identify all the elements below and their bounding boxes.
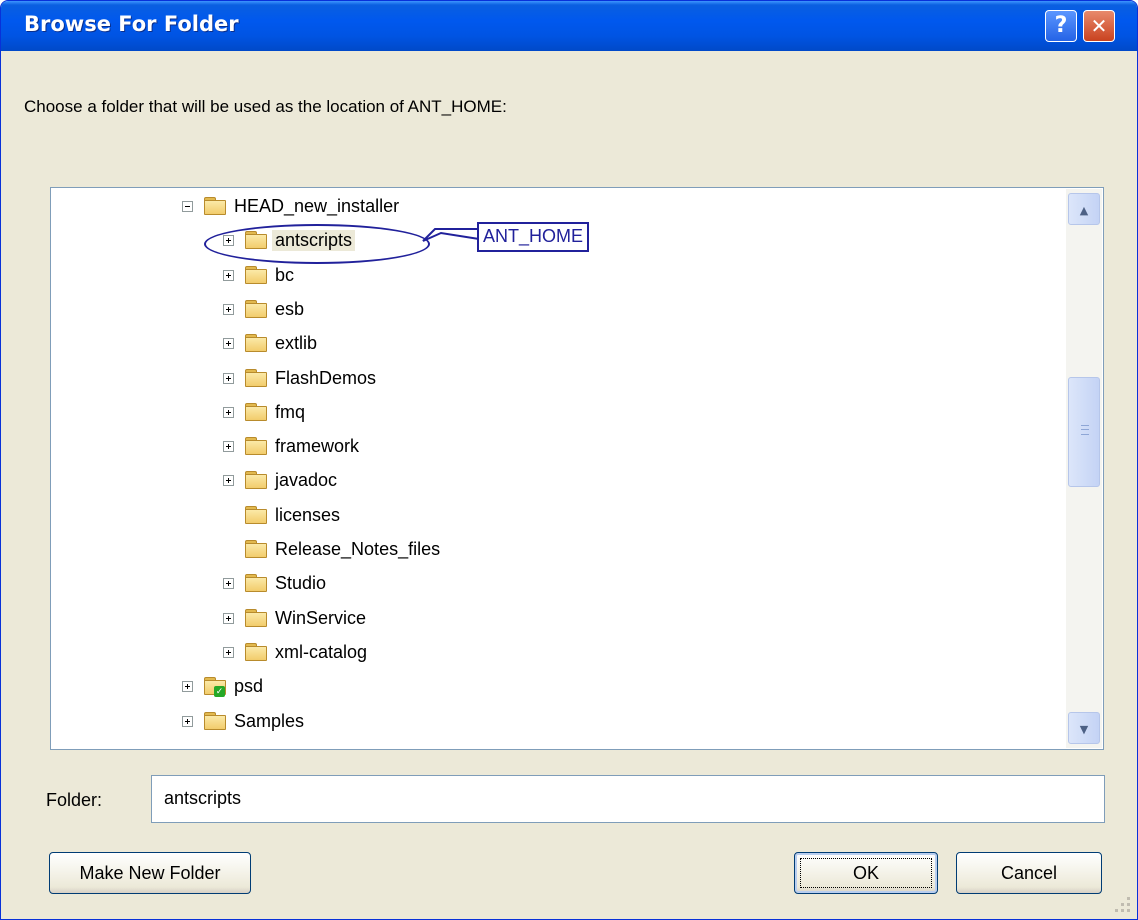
tree-item-label: fmq (275, 401, 306, 422)
tree-item-winservice[interactable]: WinService (51, 606, 1067, 634)
folder-icon (245, 540, 269, 559)
scroll-up-button[interactable]: ▲ (1068, 193, 1100, 225)
tree-scrollbar[interactable]: ▲ ▼ (1066, 189, 1102, 748)
annotation-ellipse (204, 224, 430, 264)
folder-icon (204, 711, 228, 731)
make-new-folder-button[interactable]: Make New Folder (49, 852, 251, 894)
folder-tree-viewport: HEAD_new_installer antscripts bc esb extlib F… (51, 188, 1067, 749)
expand-icon[interactable] (223, 406, 234, 418)
tree-item-label: Samples (234, 710, 305, 731)
focus-rect (800, 858, 932, 888)
folder-icon (245, 471, 269, 490)
folder-icon (245, 265, 269, 285)
close-button[interactable]: ✕ (1083, 10, 1115, 42)
annotation-pointer (422, 228, 480, 242)
expand-icon[interactable] (223, 441, 234, 453)
resize-grip-icon[interactable] (1113, 895, 1133, 915)
tree-item-psd[interactable]: ✓ psd (51, 674, 1067, 702)
tree-item-studio[interactable]: Studio (51, 571, 1067, 599)
folder-icon (245, 368, 269, 388)
tree-item-label: licenses (275, 504, 341, 525)
folder-icon (245, 608, 269, 628)
close-icon: ✕ (1090, 14, 1108, 38)
help-icon: ? (1054, 13, 1068, 38)
expand-icon[interactable] (223, 303, 234, 315)
tree-item-label: esb (275, 298, 305, 319)
folder-input[interactable]: antscripts (151, 775, 1105, 823)
tree-item-framework[interactable]: framework (51, 434, 1067, 462)
folder-icon (245, 334, 269, 353)
help-button[interactable]: ? (1045, 10, 1077, 42)
expand-icon[interactable] (223, 338, 234, 350)
folder-icon (245, 437, 269, 456)
tree-item-flashdemos[interactable]: FlashDemos (51, 366, 1067, 394)
tree-item-fmq[interactable]: fmq (51, 400, 1067, 428)
expand-icon[interactable] (223, 372, 234, 384)
folder-tree[interactable]: HEAD_new_installer antscripts bc esb extlib F… (50, 187, 1104, 750)
annotation-callout: ANT_HOME (477, 222, 590, 252)
folder-icon (245, 505, 269, 525)
grip-icon (1081, 425, 1089, 435)
cancel-label: Cancel (1000, 863, 1058, 883)
tree-item-label: framework (275, 436, 360, 457)
title-bar[interactable]: Browse For Folder ? ✕ (1, 1, 1137, 51)
tree-item-xml-catalog[interactable]: xml-catalog (51, 640, 1067, 668)
window-title: Browse For Folder (24, 12, 239, 36)
instruction-text: Choose a folder that will be used as the… (24, 97, 507, 116)
scroll-down-button[interactable]: ▼ (1068, 712, 1100, 744)
tree-item-javadoc[interactable]: javadoc (51, 468, 1067, 496)
folder-icon (204, 197, 228, 216)
tree-item-extlib[interactable]: extlib (51, 331, 1067, 359)
tree-item-label: bc (275, 264, 295, 285)
tree-item-label: HEAD_new_installer (234, 196, 400, 216)
expand-icon[interactable] (223, 475, 234, 487)
scroll-thumb[interactable] (1068, 377, 1100, 487)
folder-checked-icon: ✓ (204, 677, 228, 698)
tree-item-label: psd (234, 676, 264, 697)
folder-icon (245, 642, 269, 662)
tree-item-label: extlib (275, 333, 318, 354)
expand-icon[interactable] (182, 681, 193, 693)
make-new-folder-label: Make New Folder (79, 863, 221, 883)
tree-item-licenses[interactable]: licenses (51, 503, 1067, 531)
expand-icon[interactable] (223, 578, 234, 590)
tree-item-bc[interactable]: bc (51, 263, 1067, 291)
tree-item-label: xml-catalog (275, 641, 368, 662)
tree-item-label: javadoc (275, 470, 338, 491)
expand-icon[interactable] (223, 612, 234, 624)
tree-item-release-notes-files[interactable]: Release_Notes_files (51, 537, 1067, 565)
tree-item-label: Release_Notes_files (275, 539, 441, 559)
cancel-button[interactable]: Cancel (956, 852, 1102, 894)
folder-icon (245, 299, 269, 319)
tree-item-label: WinService (275, 607, 367, 628)
folder-label: Folder: (46, 790, 103, 810)
expand-icon[interactable] (223, 269, 234, 281)
folder-icon (245, 574, 269, 593)
expand-icon[interactable] (182, 715, 193, 727)
tree-item-head-new-installer[interactable]: HEAD_new_installer (51, 194, 1067, 222)
browse-for-folder-dialog: Browse For Folder ? ✕ Choose a folder th… (0, 0, 1138, 920)
folder-icon (245, 402, 269, 422)
chevron-down-icon: ▼ (1079, 723, 1089, 736)
tree-item-label: Studio (275, 573, 327, 594)
collapse-icon[interactable] (182, 201, 193, 212)
chevron-up-icon: ▲ (1079, 204, 1089, 217)
expand-icon[interactable] (223, 646, 234, 658)
ok-button[interactable]: OK (794, 852, 938, 894)
tree-item-label: FlashDemos (275, 367, 377, 388)
tree-item-esb[interactable]: esb (51, 297, 1067, 325)
tree-item-samples[interactable]: Samples (51, 709, 1067, 737)
